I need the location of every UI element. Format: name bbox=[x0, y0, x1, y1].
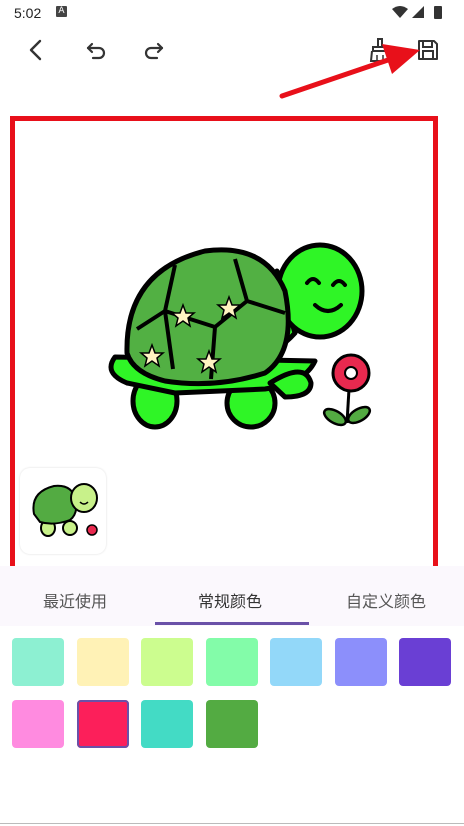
original-thumbnail[interactable] bbox=[20, 468, 106, 554]
status-time: 5:02 bbox=[14, 5, 42, 21]
tab-indicator bbox=[155, 622, 309, 625]
back-button[interactable] bbox=[18, 32, 54, 68]
color-swatch[interactable] bbox=[399, 638, 451, 686]
color-swatch[interactable] bbox=[141, 638, 193, 686]
color-tabs: 最近使用 常规颜色 自定义颜色 bbox=[0, 566, 464, 627]
tab-standard[interactable]: 常规颜色 bbox=[198, 588, 262, 612]
color-swatch[interactable] bbox=[76, 700, 129, 748]
color-palette bbox=[0, 626, 464, 826]
annotation-arrow bbox=[279, 44, 420, 99]
status-bar: 5:02 A bbox=[0, 0, 464, 26]
undo-icon bbox=[86, 42, 106, 60]
color-swatch[interactable] bbox=[270, 638, 322, 686]
battery-icon bbox=[434, 6, 442, 19]
signal-icon bbox=[412, 6, 424, 18]
divider bbox=[0, 823, 464, 824]
color-swatch[interactable] bbox=[76, 638, 129, 686]
redo-icon bbox=[144, 42, 164, 60]
color-swatch[interactable] bbox=[12, 638, 64, 686]
undo-button[interactable] bbox=[78, 32, 114, 68]
coloring-canvas[interactable] bbox=[10, 116, 438, 592]
color-swatch[interactable] bbox=[334, 638, 387, 686]
color-swatch[interactable] bbox=[205, 700, 258, 748]
turtle-thumbnail-image bbox=[32, 483, 98, 537]
color-swatch[interactable] bbox=[141, 700, 193, 748]
wifi-icon bbox=[392, 6, 408, 18]
redo-button[interactable] bbox=[136, 32, 172, 68]
tab-recent[interactable]: 最近使用 bbox=[43, 588, 107, 612]
color-swatch[interactable] bbox=[12, 700, 64, 748]
notification-a-icon: A bbox=[56, 6, 67, 17]
chevron-left-icon bbox=[29, 39, 42, 61]
tab-custom[interactable]: 自定义颜色 bbox=[346, 588, 426, 612]
color-swatch[interactable] bbox=[205, 638, 258, 686]
system-icons bbox=[390, 4, 450, 24]
